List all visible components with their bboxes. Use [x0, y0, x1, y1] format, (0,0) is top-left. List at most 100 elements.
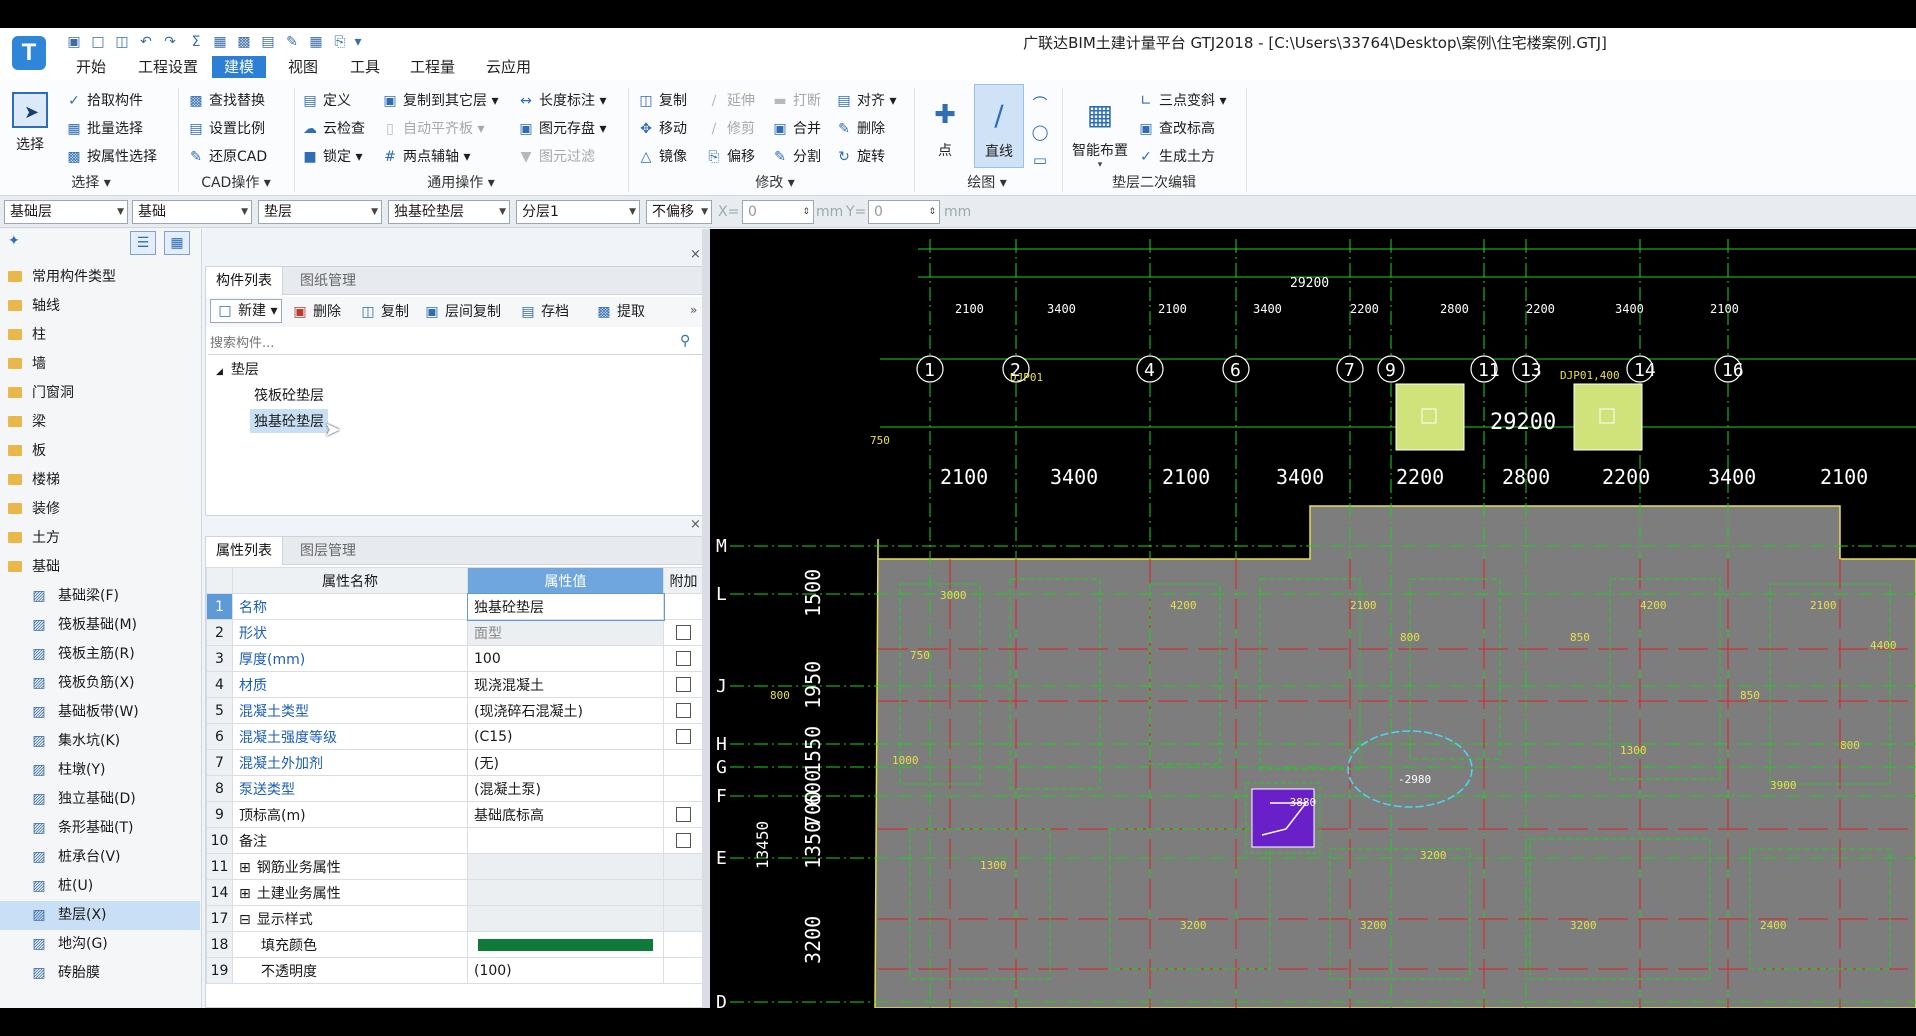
redo-icon[interactable]: ↷: [160, 32, 180, 52]
nav-item[interactable]: ▨ 桩(U): [0, 872, 200, 901]
tab-project-settings[interactable]: 工程设置: [126, 56, 210, 78]
smart-layout-button[interactable]: ▦ 智能布置 ▾: [1068, 90, 1132, 170]
group-title-cad[interactable]: CAD操作 ▾: [180, 172, 292, 194]
tree-item-isolated-footing-cushion[interactable]: 独基砼垫层: [250, 409, 328, 433]
list-view-icon[interactable]: ☰: [130, 231, 156, 255]
draw-line-button[interactable]: ∕ 直线: [974, 84, 1024, 168]
tab-start[interactable]: 开始: [64, 56, 118, 78]
property-row[interactable]: 8 泵送类型 (混凝土泵): [206, 775, 704, 802]
tree-view-icon[interactable]: ▦: [164, 231, 190, 255]
property-row[interactable]: 19 不透明度 (100): [206, 957, 704, 984]
property-value[interactable]: (无): [467, 749, 664, 776]
edit-icon[interactable]: ✎: [282, 32, 302, 52]
summary-table-icon[interactable]: ▦: [210, 32, 230, 52]
property-value[interactable]: 独基砼垫层: [466, 592, 665, 621]
element-save-button[interactable]: ▣ 图元存盘 ▾: [516, 116, 606, 142]
property-row[interactable]: 17 ⊟ 显示样式: [206, 905, 704, 932]
property-row[interactable]: 9 顶标高(m) 基础底标高: [206, 801, 704, 828]
tab-view[interactable]: 视图: [276, 56, 330, 78]
nav-item[interactable]: 板: [0, 437, 200, 466]
lock-button[interactable]: ■ 锁定 ▾: [300, 144, 362, 170]
fill-color-swatch[interactable]: [478, 938, 653, 951]
category-dropdown[interactable]: 基础 ▼: [132, 200, 252, 224]
tab-layer-management[interactable]: 图层管理: [290, 537, 366, 565]
tab-quantity[interactable]: 工程量: [398, 56, 467, 78]
view-report-icon[interactable]: ▩: [234, 32, 254, 52]
nav-item[interactable]: ▨ 集水坑(K): [0, 727, 200, 756]
x-offset-input[interactable]: 0 ⇕: [742, 200, 814, 224]
batch-select-button[interactable]: ▦ 批量选择: [64, 116, 143, 142]
element-filter-button[interactable]: ▼ 图元过滤: [516, 144, 595, 170]
two-point-axis-button[interactable]: # 两点辅轴 ▾: [380, 144, 470, 170]
property-value[interactable]: [467, 931, 664, 958]
search-input[interactable]: [210, 333, 670, 353]
attach-checkbox[interactable]: [676, 651, 691, 666]
floor-dropdown[interactable]: 基础层 ▼: [4, 200, 128, 224]
pin-icon[interactable]: ✦: [8, 233, 20, 249]
mirror-button[interactable]: △ 镜像: [636, 144, 687, 170]
property-row[interactable]: 3 厚度(mm) 100: [206, 645, 704, 672]
draw-point-button[interactable]: ✚ 点: [922, 90, 968, 160]
attach-checkbox[interactable]: [676, 703, 691, 718]
layer-dropdown[interactable]: 分层1 ▼: [516, 200, 640, 224]
property-value[interactable]: (现浇碎石混凝土): [467, 697, 664, 724]
property-value[interactable]: 面型: [467, 619, 664, 646]
nav-item[interactable]: 柱: [0, 321, 200, 350]
auto-level-slab-button[interactable]: ▯ 自动平齐板 ▾: [380, 116, 484, 142]
quick-access-menu-icon[interactable]: ▾: [348, 32, 368, 52]
property-value[interactable]: (100): [467, 957, 664, 984]
nav-item[interactable]: 楼梯: [0, 466, 200, 495]
nav-item[interactable]: ▨ 垫层(X): [0, 901, 200, 930]
nav-item[interactable]: ▨ 条形基础(T): [0, 814, 200, 843]
attach-checkbox[interactable]: [676, 729, 691, 744]
break-button[interactable]: ▬ 打断: [770, 88, 821, 114]
export-icon[interactable]: ⎘: [330, 32, 350, 52]
nav-item[interactable]: 墙: [0, 350, 200, 379]
split-button[interactable]: ✎ 分割: [770, 144, 821, 170]
tab-tools[interactable]: 工具: [338, 56, 392, 78]
nav-item[interactable]: 梁: [0, 408, 200, 437]
move-button[interactable]: ✥ 移动: [636, 116, 687, 142]
close-icon[interactable]: ×: [690, 247, 701, 262]
group-title-general[interactable]: 通用操作 ▾: [296, 172, 626, 194]
tree-item-raft-cushion[interactable]: 筏板砼垫层: [254, 385, 324, 405]
nav-item[interactable]: ▨ 基础板带(W): [0, 698, 200, 727]
collapse-icon[interactable]: ⊟: [239, 912, 251, 928]
property-value[interactable]: [467, 879, 664, 906]
group-title-modify[interactable]: 修改 ▾: [630, 172, 920, 194]
generate-earthwork-button[interactable]: ✓ 生成土方: [1136, 144, 1215, 170]
app-logo[interactable]: T: [12, 36, 46, 70]
property-row[interactable]: 2 形状 面型: [206, 619, 704, 646]
close-icon[interactable]: ×: [690, 517, 701, 532]
nav-item[interactable]: ▨ 独立基础(D): [0, 785, 200, 814]
property-row[interactable]: 7 混凝土外加剂 (无): [206, 749, 704, 776]
nav-item[interactable]: 土方: [0, 524, 200, 553]
sum-icon[interactable]: Σ: [186, 32, 206, 52]
property-value[interactable]: [467, 853, 664, 880]
panel-splitter[interactable]: [702, 229, 710, 1008]
expand-icon[interactable]: ⊞: [239, 860, 251, 876]
property-row[interactable]: 4 材质 现浇混凝土: [206, 671, 704, 698]
property-row[interactable]: 5 混凝土类型 (现浇碎石混凝土): [206, 697, 704, 724]
tab-drawing-management[interactable]: 图纸管理: [290, 267, 366, 295]
property-row[interactable]: 18 填充颜色: [206, 931, 704, 958]
pick-component-button[interactable]: ✓ 拾取构件: [64, 88, 143, 114]
property-value[interactable]: 基础底标高: [467, 801, 664, 828]
nav-item[interactable]: ▨ 桩承台(V): [0, 843, 200, 872]
attach-checkbox[interactable]: [676, 833, 691, 848]
offset-dropdown[interactable]: 不偏移 ▼: [646, 200, 712, 224]
save-icon[interactable]: ▣: [64, 32, 84, 52]
grid-table-icon[interactable]: ▦: [306, 32, 326, 52]
property-row[interactable]: 11 ⊞ 钢筋业务属性: [206, 853, 704, 880]
rotate-button[interactable]: ↻ 旋转: [834, 144, 885, 170]
y-offset-input[interactable]: 0 ⇕: [868, 200, 940, 224]
attach-checkbox[interactable]: [676, 807, 691, 822]
property-row[interactable]: 6 混凝土强度等级 (C15): [206, 723, 704, 750]
property-value[interactable]: [467, 905, 664, 932]
property-value[interactable]: 100: [467, 645, 664, 672]
nav-item[interactable]: ▨ 砖胎膜: [0, 959, 200, 988]
property-value[interactable]: (混凝土泵): [467, 775, 664, 802]
more-icon[interactable]: »: [690, 303, 697, 317]
search-icon[interactable]: ⚲: [680, 333, 690, 349]
merge-button[interactable]: ▣ 合并: [770, 116, 821, 142]
